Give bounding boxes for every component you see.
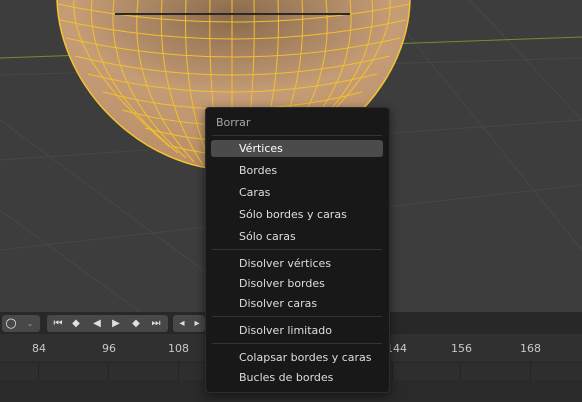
- step-back-icon[interactable]: ◂: [174, 315, 190, 332]
- frame-gridline: [178, 362, 179, 380]
- frame-gridline: [38, 362, 39, 380]
- menu-item-collapse-edges-faces[interactable]: Colapsar bordes y caras: [211, 349, 383, 366]
- step-forward-icon[interactable]: ▸: [189, 315, 205, 332]
- play-reverse-icon[interactable]: ◀: [89, 315, 105, 332]
- jump-start-icon[interactable]: ⏮: [50, 315, 66, 332]
- menu-item-only-faces[interactable]: Sólo caras: [211, 228, 383, 245]
- menu-separator: [212, 249, 382, 250]
- prev-keyframe-icon[interactable]: ◆: [68, 315, 84, 332]
- menu-item-vertices[interactable]: Vértices: [211, 140, 383, 157]
- frame-label: 108: [168, 342, 189, 355]
- frame-label: 156: [451, 342, 472, 355]
- frame-label: 84: [32, 342, 46, 355]
- circle-icon: ○: [5, 316, 17, 331]
- menu-item-edge-loops[interactable]: Bucles de bordes: [211, 369, 383, 386]
- menu-item-dissolve-faces[interactable]: Disolver caras: [211, 295, 383, 312]
- frame-label: 168: [520, 342, 541, 355]
- chevron-down-icon: ⌄: [26, 319, 34, 328]
- next-keyframe-icon[interactable]: ◆: [128, 315, 144, 332]
- menu-item-faces[interactable]: Caras: [211, 184, 383, 201]
- frame-label: 96: [102, 342, 116, 355]
- menu-item-only-edges-faces[interactable]: Sólo bordes y caras: [211, 206, 383, 223]
- menu-item-dissolve-edges[interactable]: Disolver bordes: [211, 275, 383, 292]
- menu-item-limited-dissolve[interactable]: Disolver limitado: [211, 322, 383, 339]
- play-icon[interactable]: ▶: [108, 315, 124, 332]
- frame-gridline: [108, 362, 109, 380]
- menu-item-dissolve-vertices[interactable]: Disolver vértices: [211, 255, 383, 272]
- frame-gridline: [392, 362, 393, 380]
- menu-separator: [212, 343, 382, 344]
- menu-separator: [212, 135, 382, 136]
- jump-end-icon[interactable]: ⏭: [148, 315, 164, 332]
- playback-controls: ⏮ ◆ ◀ ▶ ◆ ⏭: [47, 315, 168, 332]
- menu-item-edges[interactable]: Bordes: [211, 162, 383, 179]
- step-controls: ◂ ▸: [173, 315, 205, 332]
- frame-gridline: [530, 362, 531, 380]
- menu-title: Borrar: [216, 116, 251, 129]
- keying-set-dropdown[interactable]: ○ ⌄: [2, 315, 40, 332]
- menu-separator: [212, 316, 382, 317]
- frame-gridline: [460, 362, 461, 380]
- delete-menu: Borrar Vértices Bordes Caras Sólo bordes…: [205, 107, 390, 393]
